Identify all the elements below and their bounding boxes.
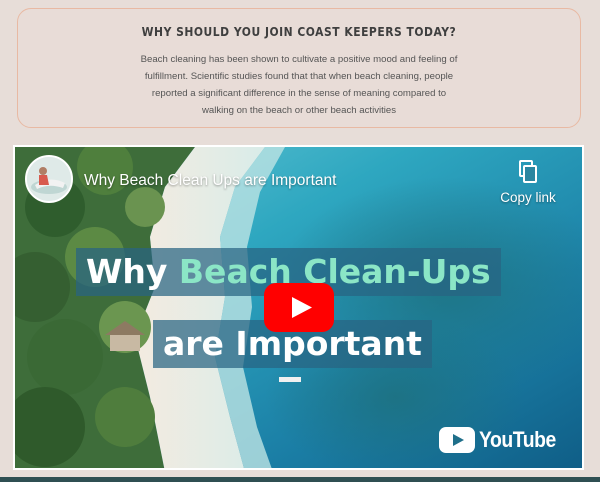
overlay-title-plain: Why	[86, 252, 179, 291]
youtube-logo[interactable]: YouTube	[438, 427, 566, 453]
youtube-logo-icon	[438, 427, 475, 453]
info-body-line: walking on the beach or other beach acti…	[201, 105, 397, 116]
video-player[interactable]: Why Beach Clean Ups are Important Copy l…	[13, 145, 584, 470]
info-card: WHY SHOULD YOU JOIN COAST KEEPERS TODAY?…	[17, 8, 581, 128]
youtube-wordmark: YouTube	[478, 427, 556, 452]
info-body-line: reported a significant difference in the…	[151, 88, 447, 99]
info-body-line: Beach cleaning has been shown to cultiva…	[140, 54, 458, 65]
info-title: WHY SHOULD YOU JOIN COAST KEEPERS TODAY?	[141, 24, 457, 39]
info-body: Beach cleaning has been shown to cultiva…	[103, 51, 495, 119]
copy-link-label: Copy link	[500, 190, 556, 205]
copy-link-button[interactable]: Copy link	[495, 160, 561, 205]
channel-avatar[interactable]	[25, 155, 73, 203]
play-button[interactable]	[264, 283, 334, 332]
bottom-divider	[0, 477, 600, 482]
copy-icon	[519, 160, 537, 183]
video-title[interactable]: Why Beach Clean Ups are Important	[84, 172, 336, 190]
info-body-line: fulfillment. Scientific studies found th…	[144, 71, 454, 82]
overlay-title-accent: Beach Clean-Ups	[178, 252, 491, 291]
